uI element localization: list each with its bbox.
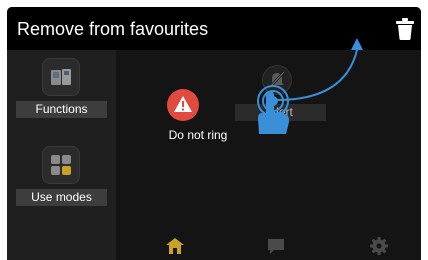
tap-hand-icon — [257, 85, 290, 134]
drag-arrow-icon — [276, 38, 363, 101]
gesture-overlay — [257, 38, 363, 134]
